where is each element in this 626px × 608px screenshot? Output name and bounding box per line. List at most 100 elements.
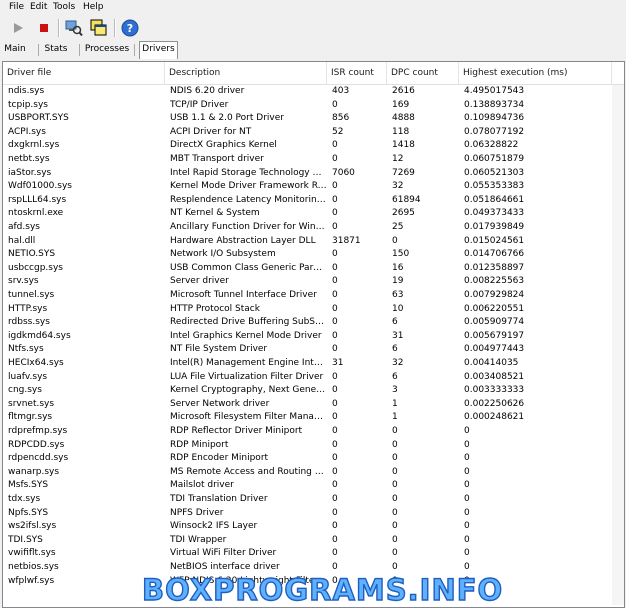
- dpc-count-cell: 32: [392, 181, 404, 192]
- table-row[interactable]: HTTP.sys HTTP Protocol Stack 0 10 0.00622055…: [3, 303, 624, 317]
- table-row[interactable]: Ntfs.sys NT File System Driver 0 6 0.0049774…: [3, 343, 624, 357]
- windows-button[interactable]: [89, 18, 109, 38]
- table-row[interactable]: tcpip.sys TCP/IP Driver 0 169 0.138893734: [3, 99, 624, 113]
- description-cell: Ancillary Function Driver for WinSock: [170, 222, 327, 232]
- table-row[interactable]: netbt.sys MBT Transport driver 0 12 0.060751…: [3, 153, 624, 167]
- description-cell: Kernel Mode Driver Framework Runtime: [170, 181, 327, 192]
- tab-separator: [38, 44, 39, 56]
- table-row[interactable]: cng.sys Kernel Cryptography, Next Generat…: [3, 384, 624, 398]
- dpc-count-cell: 0: [392, 439, 398, 450]
- search-button[interactable]: [64, 18, 84, 38]
- driver-file-cell: rspLLL64.sys: [8, 194, 67, 205]
- toolbar-separator: [58, 19, 60, 37]
- table-row[interactable]: rdpencdd.sys RDP Encoder Miniport 0 0 0: [3, 452, 624, 466]
- driver-file-cell: dxgkrnl.sys: [8, 140, 60, 151]
- driver-file-cell: TDI.SYS: [8, 534, 43, 545]
- tab-processes[interactable]: Processes: [84, 42, 130, 57]
- highest-execution-cell: 0: [464, 439, 470, 450]
- table-row[interactable]: USBPORT.SYS USB 1.1 & 2.0 Port Driver 856 4…: [3, 112, 624, 126]
- table-row[interactable]: ntoskrnl.exe NT Kernel & System 0 2695 0.049…: [3, 207, 624, 221]
- table-row[interactable]: rdprefmp.sys RDP Reflector Driver Minipor…: [3, 425, 624, 439]
- dpc-count-cell: 19: [392, 276, 404, 287]
- menu-edit[interactable]: Edit: [30, 2, 47, 12]
- dpc-count-cell: 10: [392, 303, 404, 314]
- table-row[interactable]: rdbss.sys Redirected Drive Buffering SubS…: [3, 316, 624, 330]
- tab-stats[interactable]: Stats: [43, 42, 69, 57]
- driver-list[interactable]: Driver file Description ISR count DPC co…: [2, 61, 625, 608]
- description-cell: LUA File Virtualization Filter Driver: [170, 371, 324, 382]
- table-row[interactable]: ws2ifsl.sys Winsock2 IFS Layer 0 0 0: [3, 520, 624, 534]
- start-button[interactable]: [8, 18, 28, 38]
- table-row[interactable]: rspLLL64.sys Resplendence Latency Monitor…: [3, 194, 624, 208]
- help-button[interactable]: ?: [120, 18, 140, 38]
- table-row[interactable]: ACPI.sys ACPI Driver for NT 52 118 0.0780771…: [3, 126, 624, 140]
- highest-execution-cell: 0.109894736: [464, 113, 525, 124]
- table-row[interactable]: tdx.sys TDI Translation Driver 0 0 0: [3, 493, 624, 507]
- highest-execution-cell: 0.003333333: [464, 385, 525, 396]
- table-row[interactable]: iaStor.sys Intel Rapid Storage Technology…: [3, 167, 624, 181]
- table-row[interactable]: TDI.SYS TDI Wrapper 0 0 0: [3, 534, 624, 548]
- dpc-count-cell: 63: [392, 290, 404, 300]
- menu-tools[interactable]: Tools: [53, 2, 75, 12]
- table-row[interactable]: Wdf01000.sys Kernel Mode Driver Framework…: [3, 180, 624, 194]
- table-row[interactable]: Msfs.SYS Mailslot driver 0 0 0: [3, 479, 624, 493]
- driver-file-cell: ACPI.sys: [8, 126, 46, 137]
- highest-execution-cell: 0.017939849: [464, 222, 525, 232]
- stop-button[interactable]: [34, 18, 54, 38]
- highest-execution-cell: 0: [464, 494, 470, 504]
- table-row[interactable]: ndis.sys NDIS 6.20 driver 403 2616 4.4950175…: [3, 85, 624, 99]
- driver-file-cell: igdkmd64.sys: [8, 330, 71, 341]
- driver-file-cell: RDPCDD.sys: [8, 439, 65, 450]
- highest-execution-cell: 0: [464, 534, 470, 545]
- dpc-count-cell: 6: [392, 317, 398, 328]
- table-row[interactable]: HECIx64.sys Intel(R) Management Engine In…: [3, 357, 624, 371]
- tab-main[interactable]: Main: [4, 42, 26, 57]
- highest-execution-cell: 0.078077192: [464, 126, 525, 137]
- description-cell: USB 1.1 & 2.0 Port Driver: [170, 113, 284, 124]
- isr-count-cell: 0: [332, 194, 338, 205]
- table-row[interactable]: wanarp.sys MS Remote Access and Routing A…: [3, 466, 624, 480]
- table-row[interactable]: afd.sys Ancillary Function Driver for Win…: [3, 221, 624, 235]
- table-row[interactable]: fltmgr.sys Microsoft Filesystem Filter Ma…: [3, 411, 624, 425]
- table-row[interactable]: hal.dll Hardware Abstraction Layer DLL 318…: [3, 235, 624, 249]
- table-row[interactable]: NETIO.SYS Network I/O Subsystem 0 150 0.0147…: [3, 248, 624, 262]
- dpc-count-cell: 31: [392, 330, 404, 341]
- tab-bar: Main Stats Processes Drivers: [0, 41, 626, 59]
- driver-file-cell: tdx.sys: [8, 494, 41, 504]
- description-cell: RDP Encoder Miniport: [170, 453, 269, 464]
- highest-execution-cell: 0.00414035: [464, 358, 519, 368]
- column-dpc-count[interactable]: DPC count: [387, 62, 459, 84]
- highest-execution-cell: 0.138893734: [464, 99, 525, 110]
- description-cell: Mailslot driver: [170, 480, 234, 491]
- highest-execution-cell: 0.005679197: [464, 330, 525, 341]
- table-row[interactable]: srvnet.sys Server Network driver 0 1 0.00225…: [3, 398, 624, 412]
- isr-count-cell: 0: [332, 494, 338, 504]
- column-description[interactable]: Description: [165, 62, 327, 84]
- column-highest-execution[interactable]: Highest execution (ms): [459, 62, 612, 84]
- column-isr-count[interactable]: ISR count: [327, 62, 387, 84]
- driver-file-cell: wfplwf.sys: [8, 575, 55, 586]
- table-row[interactable]: srv.sys Server driver 0 19 0.008225563: [3, 275, 624, 289]
- driver-file-cell: ntoskrnl.exe: [8, 208, 64, 219]
- table-row[interactable]: vwififlt.sys Virtual WiFi Filter Driver 0 0…: [3, 547, 624, 561]
- menu-help[interactable]: Help: [83, 2, 104, 12]
- dpc-count-cell: 0: [392, 494, 398, 504]
- isr-count-cell: 0: [332, 398, 338, 409]
- play-icon: [14, 23, 23, 33]
- highest-execution-cell: 0: [464, 466, 470, 477]
- column-driver-file[interactable]: Driver file: [3, 62, 165, 84]
- description-cell: Hardware Abstraction Layer DLL: [170, 235, 316, 246]
- driver-file-cell: usbccgp.sys: [8, 262, 63, 273]
- driver-file-cell: HTTP.sys: [8, 303, 48, 314]
- tab-drivers[interactable]: Drivers: [139, 41, 178, 59]
- menu-file[interactable]: File: [9, 2, 24, 12]
- table-row[interactable]: luafv.sys LUA File Virtualization Filter …: [3, 371, 624, 385]
- table-row[interactable]: usbccgp.sys USB Common Class Generic Pare…: [3, 262, 624, 276]
- vertical-scrollbar[interactable]: [612, 85, 624, 605]
- table-row[interactable]: RDPCDD.sys RDP Miniport 0 0 0: [3, 439, 624, 453]
- table-row[interactable]: Npfs.SYS NPFS Driver 0 0 0: [3, 507, 624, 521]
- table-row[interactable]: tunnel.sys Microsoft Tunnel Interface Dri…: [3, 289, 624, 303]
- table-row[interactable]: igdkmd64.sys Intel Graphics Kernel Mode D…: [3, 330, 624, 344]
- table-row[interactable]: dxgkrnl.sys DirectX Graphics Kernel 0 1418 0…: [3, 139, 624, 153]
- dpc-count-cell: 6: [392, 371, 398, 382]
